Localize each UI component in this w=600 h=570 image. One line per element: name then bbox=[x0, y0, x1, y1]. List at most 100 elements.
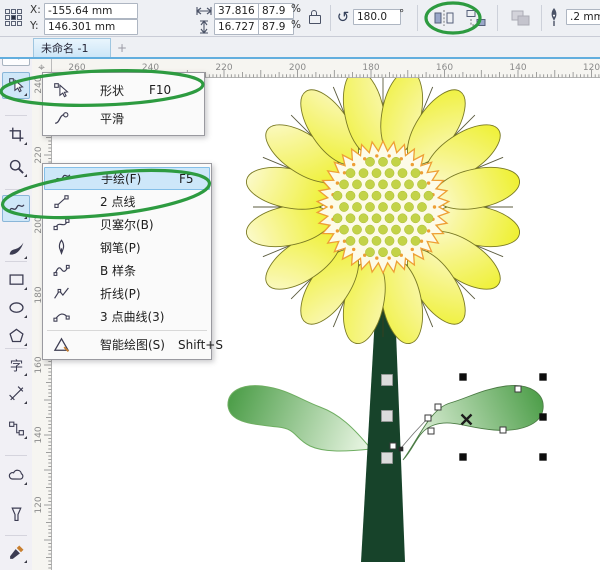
svg-text:120: 120 bbox=[583, 63, 600, 73]
glyph-node bbox=[381, 410, 393, 422]
menu-item-polyline[interactable]: 折线(P) bbox=[44, 282, 210, 305]
svg-text:140: 140 bbox=[34, 426, 44, 443]
shape-icon bbox=[46, 82, 76, 99]
mirror-horizontal-button[interactable] bbox=[430, 6, 458, 30]
toolbox-transparency-tool[interactable] bbox=[2, 501, 30, 528]
shape-tool-flyout-menu: 形状 F10 平滑 bbox=[42, 72, 205, 136]
degree-label: ° bbox=[399, 8, 405, 20]
pen-icon bbox=[46, 239, 76, 256]
curve-node bbox=[514, 385, 522, 393]
toolbox-separator bbox=[5, 115, 27, 116]
svg-text:140: 140 bbox=[509, 63, 526, 73]
object-width-icon bbox=[196, 5, 212, 17]
selection-handle bbox=[459, 373, 467, 381]
new-document-tab-button[interactable]: + bbox=[115, 41, 129, 55]
svg-text:字: 字 bbox=[9, 359, 22, 374]
bezier-icon bbox=[46, 216, 76, 233]
combine-button-disabled bbox=[506, 6, 536, 30]
menu-item-shortcut: F10 bbox=[149, 83, 172, 97]
selection-handle bbox=[459, 453, 467, 461]
menu-item-freehand[interactable]: 手绘(F) F5 bbox=[44, 167, 210, 190]
x-label: X: bbox=[30, 4, 41, 16]
menu-item-two-point-line[interactable]: 2 点线 bbox=[44, 190, 210, 213]
menu-item-pen[interactable]: 钢笔(P) bbox=[44, 236, 210, 259]
svg-text:200: 200 bbox=[289, 63, 306, 73]
b-spline-icon bbox=[46, 262, 76, 279]
curve-node bbox=[427, 427, 435, 435]
menu-item-bezier[interactable]: 贝塞尔(B) bbox=[44, 213, 210, 236]
menu-item-smart-drawing[interactable]: 智能绘图(S) Shift+S bbox=[44, 333, 223, 356]
two-point-line-icon bbox=[46, 193, 76, 210]
percent-h-label: % bbox=[291, 3, 301, 15]
property-bar: X: Y: -155.64 mm 146.301 mm 37.816 mm 16… bbox=[0, 0, 600, 37]
toolbox-dimension-tool[interactable] bbox=[2, 380, 30, 407]
toolbox-crop-tool[interactable] bbox=[2, 121, 30, 148]
svg-text:120: 120 bbox=[34, 496, 44, 513]
curve-node bbox=[434, 403, 442, 411]
svg-text:220: 220 bbox=[215, 63, 232, 73]
curve-node-selected bbox=[398, 446, 404, 452]
menu-item-smooth[interactable]: 平滑 bbox=[44, 104, 203, 132]
curve-node bbox=[499, 426, 507, 434]
menu-item-b-spline[interactable]: B 样条 bbox=[44, 259, 210, 282]
selection-handle bbox=[539, 373, 547, 381]
toolbox-fill-tool[interactable] bbox=[2, 565, 30, 570]
flower[interactable] bbox=[243, 78, 523, 347]
menu-item-label: 贝塞尔(B) bbox=[100, 218, 154, 232]
smooth-icon bbox=[46, 110, 76, 127]
toolbox-separator bbox=[5, 261, 27, 262]
toolbox-separator bbox=[5, 455, 27, 456]
toolbox-drop-shadow-tool[interactable] bbox=[2, 461, 30, 488]
toolbox-connector-tool[interactable] bbox=[2, 415, 30, 442]
menu-item-label: 手绘(F) bbox=[101, 172, 142, 186]
freehand-icon bbox=[47, 170, 77, 187]
selection-handle bbox=[539, 453, 547, 461]
menu-item-label: B 样条 bbox=[100, 264, 137, 278]
mirror-vertical-button[interactable] bbox=[462, 6, 490, 30]
document-tab[interactable]: 未命名 -1 bbox=[33, 38, 111, 57]
toolbox-zoom-tool[interactable] bbox=[2, 153, 30, 180]
svg-text:180: 180 bbox=[362, 63, 379, 73]
toolbox-polygon-tool[interactable] bbox=[2, 322, 30, 349]
toolbox-eyedropper-tool[interactable] bbox=[2, 539, 30, 566]
toolbox-separator bbox=[5, 535, 27, 536]
x-position-field[interactable]: -155.64 mm bbox=[44, 3, 138, 19]
scale-v-field[interactable]: 87.9 bbox=[258, 19, 294, 35]
y-position-field[interactable]: 146.301 mm bbox=[44, 19, 138, 35]
toolbox-rectangle-tool[interactable] bbox=[2, 266, 30, 293]
menu-separator bbox=[47, 330, 207, 331]
rotate-icon: ↺ bbox=[336, 7, 350, 26]
menu-item-label: 钢笔(P) bbox=[100, 241, 141, 255]
glyph-node bbox=[381, 452, 393, 464]
smart-drawing-icon bbox=[46, 336, 76, 353]
object-origin-selector[interactable] bbox=[5, 9, 22, 26]
selection-handle bbox=[539, 413, 547, 421]
y-label: Y: bbox=[30, 20, 39, 32]
scale-h-field[interactable]: 87.9 bbox=[258, 3, 294, 19]
curve-tool-flyout-menu: 手绘(F) F5 2 点线贝塞尔(B) 钢笔(P) B 样条折线(P) 3 点曲线(3) 智… bbox=[42, 163, 223, 360]
menu-item-label: 智能绘图(S) bbox=[100, 338, 165, 352]
object-height-icon bbox=[198, 20, 210, 34]
menu-item-three-point-curve[interactable]: 3 点曲线(3) bbox=[44, 305, 210, 328]
polyline-icon bbox=[46, 285, 76, 302]
three-point-curve-icon bbox=[46, 308, 76, 325]
toolbox-shape-tool[interactable] bbox=[2, 72, 30, 99]
outline-width-field[interactable]: .2 mm bbox=[566, 9, 600, 25]
toolbox-artistic-media-tool[interactable] bbox=[2, 235, 30, 262]
left-leaf[interactable] bbox=[227, 385, 372, 452]
svg-text:160: 160 bbox=[436, 63, 453, 73]
toolbox-separator bbox=[5, 348, 27, 349]
menu-item-label: 2 点线 bbox=[100, 195, 136, 209]
rotation-angle-field[interactable]: 180.0 bbox=[353, 9, 401, 25]
menu-item-label: 折线(P) bbox=[100, 287, 141, 301]
outline-pen-icon[interactable] bbox=[546, 6, 562, 30]
curve-node bbox=[424, 414, 432, 422]
toolbox-text-tool[interactable]: 字 bbox=[2, 352, 30, 379]
menu-item-shape[interactable]: 形状 F10 bbox=[44, 76, 203, 104]
toolbox-freehand-tool[interactable] bbox=[2, 195, 30, 222]
svg-text:220: 220 bbox=[34, 146, 44, 163]
glyph-node bbox=[381, 374, 393, 386]
toolbox-ellipse-tool[interactable] bbox=[2, 294, 30, 321]
lock-ratio-button[interactable] bbox=[306, 7, 324, 27]
toolbox: 字 bbox=[0, 36, 32, 570]
